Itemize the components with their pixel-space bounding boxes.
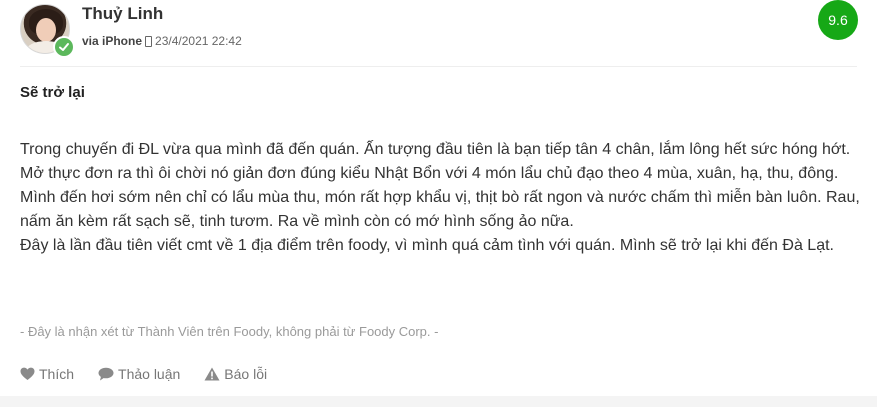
- phone-icon: [145, 35, 153, 47]
- review-card: Thuỷ Linh via iPhone 23/4/2021 22:42 9.6…: [0, 0, 877, 407]
- like-button[interactable]: Thích: [20, 366, 74, 382]
- avatar-face: [36, 18, 56, 42]
- review-timestamp: 23/4/2021 22:42: [155, 34, 242, 48]
- heart-icon: [20, 367, 35, 380]
- review-disclaimer: - Đây là nhận xét từ Thành Viên trên Foo…: [20, 324, 439, 339]
- rating-score-badge: 9.6: [818, 0, 858, 40]
- review-meta: via iPhone 23/4/2021 22:42: [82, 34, 242, 48]
- report-button[interactable]: Báo lỗi: [204, 366, 267, 382]
- verified-check-icon: [53, 36, 75, 58]
- review-body: Trong chuyến đi ĐL vừa qua mình đã đến q…: [20, 138, 860, 258]
- card-bottom-band: [0, 396, 877, 407]
- review-actions: Thích Thảo luận Báo lỗi: [20, 364, 291, 384]
- warning-icon: [204, 367, 220, 381]
- discuss-label: Thảo luận: [118, 366, 181, 382]
- review-paragraph: Đây là lần đầu tiên viết cmt về 1 địa đi…: [20, 237, 834, 254]
- review-title[interactable]: Sẽ trở lại: [20, 84, 85, 101]
- discuss-button[interactable]: Thảo luận: [98, 366, 180, 382]
- review-paragraph: Trong chuyến đi ĐL vừa qua mình đã đến q…: [20, 141, 860, 230]
- report-label: Báo lỗi: [224, 366, 268, 382]
- header-divider: [20, 66, 857, 67]
- user-name[interactable]: Thuỷ Linh: [82, 4, 163, 24]
- like-label: Thích: [39, 366, 75, 382]
- device-label: via iPhone: [82, 34, 143, 48]
- comment-icon: [98, 367, 114, 381]
